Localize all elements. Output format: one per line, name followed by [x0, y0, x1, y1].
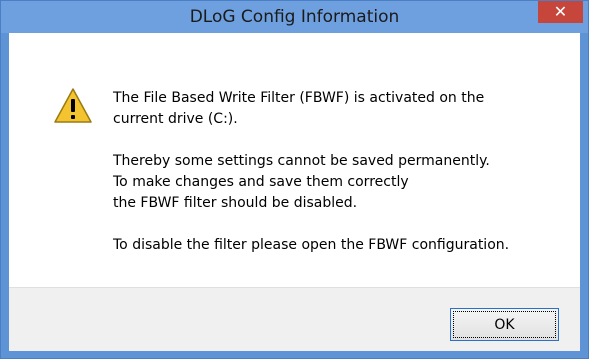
- ok-button[interactable]: OK: [450, 308, 559, 341]
- button-bar: OK: [9, 287, 580, 351]
- message-area: The File Based Write Filter (FBWF) is ac…: [9, 33, 580, 287]
- dialog-window: DLoG Config Information ✕ The File Based…: [0, 0, 589, 359]
- dialog-client-area: The File Based Write Filter (FBWF) is ac…: [9, 33, 580, 351]
- window-title: DLoG Config Information: [189, 7, 400, 27]
- title-bar[interactable]: DLoG Config Information ✕: [1, 1, 588, 33]
- close-button[interactable]: ✕: [538, 1, 583, 23]
- message-paragraph-1: The File Based Write Filter (FBWF) is ac…: [113, 90, 485, 127]
- message-paragraph-2: Thereby some settings cannot be saved pe…: [113, 153, 490, 211]
- message-text: The File Based Write Filter (FBWF) is ac…: [113, 88, 573, 277]
- message-paragraph-3: To disable the filter please open the FB…: [113, 237, 510, 253]
- close-icon: ✕: [553, 2, 568, 21]
- warning-icon: [54, 88, 92, 123]
